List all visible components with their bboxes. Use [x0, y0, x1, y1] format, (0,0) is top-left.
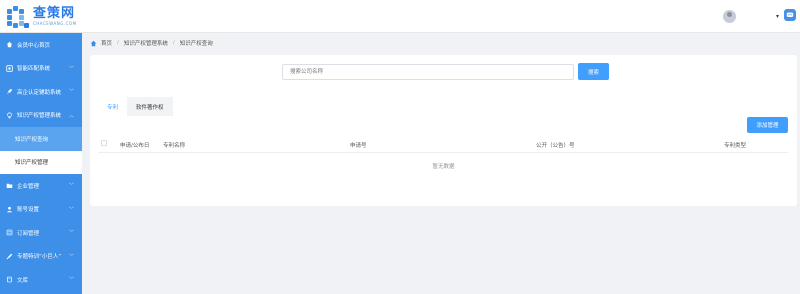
sidebar-subitem-ip-query[interactable]: 知识产权查询 — [0, 127, 82, 151]
home-icon — [90, 40, 97, 46]
sidebar-item-special-training[interactable]: 专题特训“小巨人” ﹀ — [0, 245, 82, 269]
chevron-down-icon: ﹀ — [68, 183, 74, 189]
logo-title: 查策网 — [33, 6, 76, 21]
column-header-patent-name: 专利名称 — [163, 143, 186, 149]
breadcrumb-separator: / — [172, 40, 175, 46]
breadcrumb-separator: / — [117, 40, 119, 46]
chevron-down-icon: ﹀ — [68, 65, 74, 72]
sidebar-subitem-label: 知识产权管理 — [15, 160, 49, 167]
breadcrumb: 首页 / 知识产权管理系统 / 知识产权查询 — [90, 37, 213, 49]
book-icon — [6, 276, 13, 283]
chevron-down-icon: ﹀ — [68, 206, 74, 213]
column-header-patent-type: 专利类型 — [724, 143, 747, 149]
chat-icon — [786, 12, 794, 17]
list-icon — [6, 229, 13, 236]
sidebar-item-ip-system[interactable]: 知识产权管理系统 ︿ — [0, 104, 82, 128]
logo[interactable]: 查策网 CHACEWANG.COM — [7, 4, 77, 30]
top-header: 查策网 CHACEWANG.COM ▾ — [0, 0, 800, 33]
tab-bar: 专利 软件著作权 — [98, 97, 173, 116]
home-icon — [6, 41, 13, 48]
sidebar: 会员中心首页 智能匹配系统 ﹀ 高企认定辅助系统 ﹀ 知识产权管理系统 ︿ 知识… — [0, 33, 82, 294]
sidebar-item-account[interactable]: 账号设置 ﹀ — [0, 198, 82, 222]
sidebar-item-label: 专题特训“小巨人” — [17, 254, 62, 261]
wrench-icon — [6, 253, 13, 260]
empty-state-text: 暂无数据 — [432, 164, 455, 170]
chevron-down-icon: ﹀ — [68, 277, 74, 283]
sidebar-item-subscription[interactable]: 订阅管理 ﹀ — [0, 221, 82, 245]
sidebar-item-label: 文库 — [17, 277, 29, 284]
add-management-button[interactable]: 添加管理 — [747, 117, 788, 133]
chevron-down-icon[interactable]: ▾ — [776, 13, 779, 20]
sidebar-item-company[interactable]: 企业管理 ﹀ — [0, 174, 82, 198]
column-header-date: 申请/公布日 — [120, 143, 150, 149]
chevron-down-icon: ﹀ — [68, 89, 74, 95]
user-menu[interactable]: ▾ — [723, 8, 779, 24]
breadcrumb-current: 知识产权查询 — [179, 41, 213, 47]
folder-icon — [6, 182, 13, 189]
table-header: 申请/公布日 专利名称 申请号 公开（公告）号 专利类型 — [98, 135, 788, 153]
breadcrumb-home[interactable]: 首页 — [101, 39, 112, 47]
sidebar-item-library[interactable]: 文库 ﹀ — [0, 268, 82, 292]
chevron-down-icon: ﹀ — [68, 253, 74, 260]
sidebar-item-label: 订阅管理 — [17, 230, 40, 237]
sidebar-item-label: 会员中心首页 — [17, 42, 51, 49]
search-input[interactable] — [282, 64, 574, 80]
tab-software-copyright[interactable]: 软件著作权 — [127, 97, 173, 116]
sidebar-item-label: 智能匹配系统 — [17, 66, 51, 73]
chevron-up-icon: ︿ — [68, 112, 74, 119]
chevron-down-icon: ﹀ — [68, 230, 74, 236]
sidebar-item-home[interactable]: 会员中心首页 — [0, 33, 82, 57]
main-panel: 搜索 专利 软件著作权 添加管理 申请/公布日 专利名称 申请号 公开（公告）号… — [90, 55, 797, 206]
sidebar-subitem-ip-manage[interactable]: 知识产权管理 — [0, 150, 82, 174]
logo-subtitle: CHACEWANG.COM — [33, 21, 77, 26]
column-header-application-no: 申请号 — [350, 143, 367, 149]
search-button[interactable]: 搜索 — [578, 63, 609, 80]
grid-icon — [6, 65, 13, 72]
column-header-publication-no: 公开（公告）号 — [536, 143, 575, 149]
breadcrumb-ip-system[interactable]: 知识产权管理系统 — [124, 39, 168, 47]
sidebar-item-label: 知识产权管理系统 — [17, 113, 62, 120]
bulb-icon — [6, 112, 13, 119]
sidebar-subitem-label: 知识产权查询 — [15, 136, 49, 143]
user-settings-icon — [6, 206, 13, 213]
logo-icon — [7, 6, 29, 28]
avatar[interactable] — [723, 9, 736, 23]
sidebar-item-smart-match[interactable]: 智能匹配系统 ﹀ — [0, 57, 82, 81]
rocket-icon — [6, 88, 13, 95]
sidebar-item-high-tech[interactable]: 高企认定辅助系统 ﹀ — [0, 80, 82, 104]
sidebar-item-label: 账号设置 — [17, 207, 40, 214]
sidebar-item-label: 高企认定辅助系统 — [17, 89, 62, 96]
select-all-checkbox[interactable] — [101, 140, 107, 146]
message-button[interactable] — [784, 9, 796, 21]
tab-patent[interactable]: 专利 — [98, 97, 127, 116]
sidebar-item-label: 企业管理 — [17, 183, 40, 190]
